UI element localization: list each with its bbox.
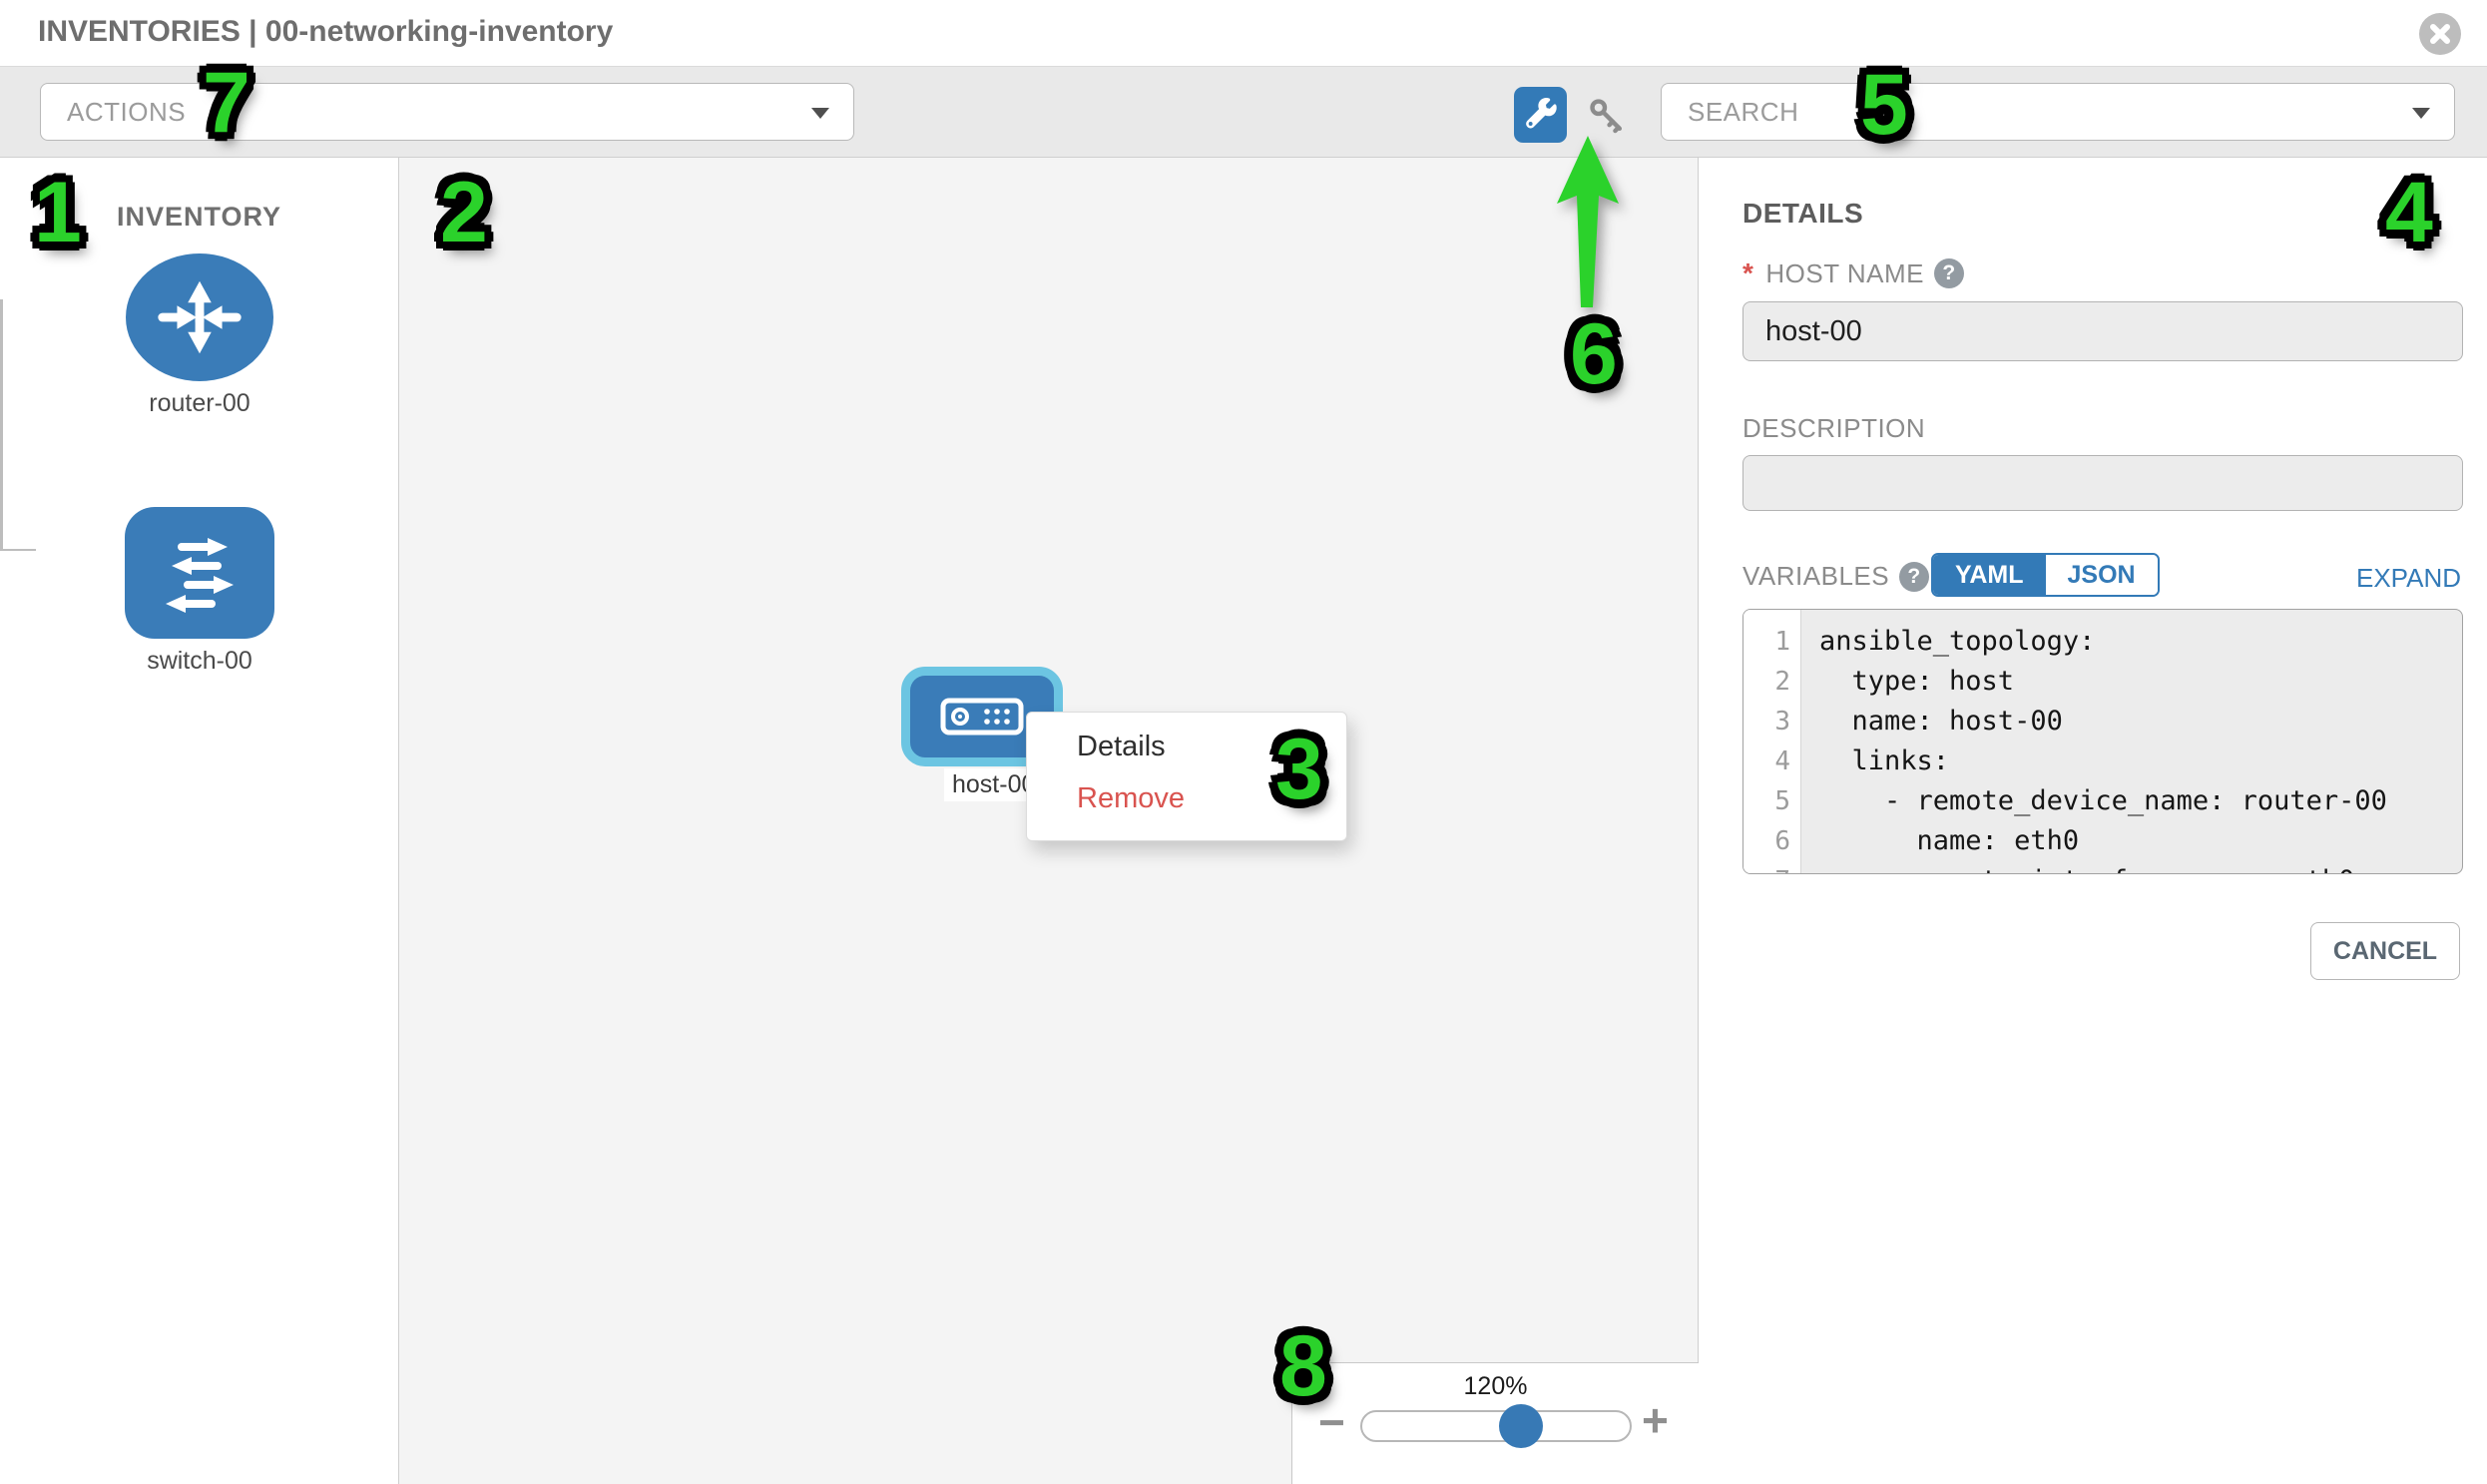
line-number: 1	[1743, 622, 1800, 662]
line-number: 2	[1743, 662, 1800, 702]
toolbar: ACTIONS SEARCH	[0, 66, 2487, 158]
required-asterisk: *	[1742, 257, 1753, 289]
line-number: 3	[1743, 702, 1800, 742]
switch-shape	[125, 507, 274, 639]
line-number: 4	[1743, 742, 1800, 781]
actions-dropdown[interactable]: ACTIONS	[40, 83, 854, 141]
wrench-icon	[1523, 96, 1559, 134]
annotation-5: 5	[1860, 62, 1908, 148]
line-number: 6	[1743, 821, 1800, 861]
description-input[interactable]	[1742, 455, 2463, 511]
details-heading: DETAILS	[1742, 198, 1863, 230]
code-line: name: host-00	[1819, 702, 2462, 742]
sidebar-scrollbar[interactable]	[0, 299, 3, 549]
annotation-4: 4	[2385, 170, 2433, 255]
variables-label: VARIABLES	[1742, 561, 1889, 592]
expand-link[interactable]: EXPAND	[2356, 563, 2461, 594]
chevron-down-icon	[2412, 108, 2430, 119]
variables-label-row: VARIABLES ?	[1742, 561, 1929, 592]
chevron-down-icon	[811, 108, 829, 119]
header: INVENTORIES | 00-networking-inventory	[0, 0, 2487, 66]
description-label: DESCRIPTION	[1742, 413, 1925, 444]
toggle-yaml-button[interactable]: YAML	[1933, 555, 2046, 595]
toggle-json-button[interactable]: JSON	[2046, 555, 2158, 595]
variables-format-toggle: YAML JSON	[1931, 553, 2160, 597]
page-title: INVENTORIES | 00-networking-inventory	[38, 15, 613, 49]
zoom-percentage: 120%	[1292, 1372, 1699, 1401]
description-label-text: DESCRIPTION	[1742, 413, 1925, 444]
zoom-slider-thumb[interactable]	[1499, 1404, 1543, 1448]
details-panel: DETAILS * HOST NAME ? DESCRIPTION VARIAB…	[1700, 158, 2487, 1484]
search-dropdown[interactable]: SEARCH	[1661, 83, 2455, 141]
host-name-label-row: * HOST NAME ?	[1742, 257, 1964, 289]
zoom-slider-track[interactable]	[1360, 1410, 1632, 1442]
annotation-7: 7	[203, 60, 250, 146]
cancel-button[interactable]: CANCEL	[2310, 922, 2460, 980]
topology-canvas[interactable]: host-00 Details Remove 120% − +	[399, 158, 1699, 1484]
code-line: links:	[1819, 742, 2462, 781]
annotation-1: 1	[34, 170, 82, 255]
variables-editor: 1 2 3 4 5 6 7 ansible_topology: type: ho…	[1742, 609, 2463, 874]
zoom-control: 120% − +	[1291, 1362, 1699, 1484]
host-name-input[interactable]	[1742, 301, 2463, 361]
palette-switch-label: switch-00	[125, 647, 274, 676]
question-circle-icon[interactable]: ?	[1934, 258, 1964, 288]
code-line: remote_interface_name: eth0	[1819, 861, 2462, 874]
editor-code-area[interactable]: ansible_topology: type: host name: host-…	[1801, 610, 2462, 873]
router-shape	[126, 253, 273, 381]
actions-dropdown-label: ACTIONS	[67, 84, 186, 140]
palette-router-label: router-00	[126, 389, 273, 418]
host-icon	[940, 698, 1024, 736]
code-line: ansible_topology:	[1819, 622, 2462, 662]
annotation-6: 6	[1570, 311, 1618, 397]
inventory-sidebar: INVENTORY router-00	[0, 158, 399, 1484]
switch-icon	[144, 523, 255, 623]
annotation-up-arrow-icon	[1547, 132, 1629, 313]
code-line: type: host	[1819, 662, 2462, 702]
line-number: 7	[1743, 861, 1800, 874]
editor-line-gutter: 1 2 3 4 5 6 7	[1743, 610, 1801, 873]
palette-item-switch[interactable]: switch-00	[125, 507, 274, 676]
code-line: - remote_device_name: router-00	[1819, 781, 2462, 821]
zoom-in-icon[interactable]: +	[1642, 1397, 1669, 1443]
close-x-glyph	[2419, 13, 2461, 55]
search-dropdown-label: SEARCH	[1688, 84, 1798, 140]
inventory-topology-page: INVENTORIES | 00-networking-inventory AC…	[0, 0, 2487, 1484]
annotation-8: 8	[1279, 1323, 1327, 1409]
close-icon[interactable]	[2419, 13, 2461, 55]
code-line: name: eth0	[1819, 821, 2462, 861]
palette-item-router[interactable]: router-00	[126, 253, 273, 418]
annotation-2: 2	[440, 170, 488, 255]
question-circle-icon[interactable]: ?	[1899, 562, 1929, 592]
router-icon	[144, 268, 255, 366]
line-number: 5	[1743, 781, 1800, 821]
annotation-3: 3	[1275, 727, 1323, 812]
host-name-label: HOST NAME	[1765, 258, 1924, 289]
sidebar-scrollbar-cap	[0, 549, 36, 551]
